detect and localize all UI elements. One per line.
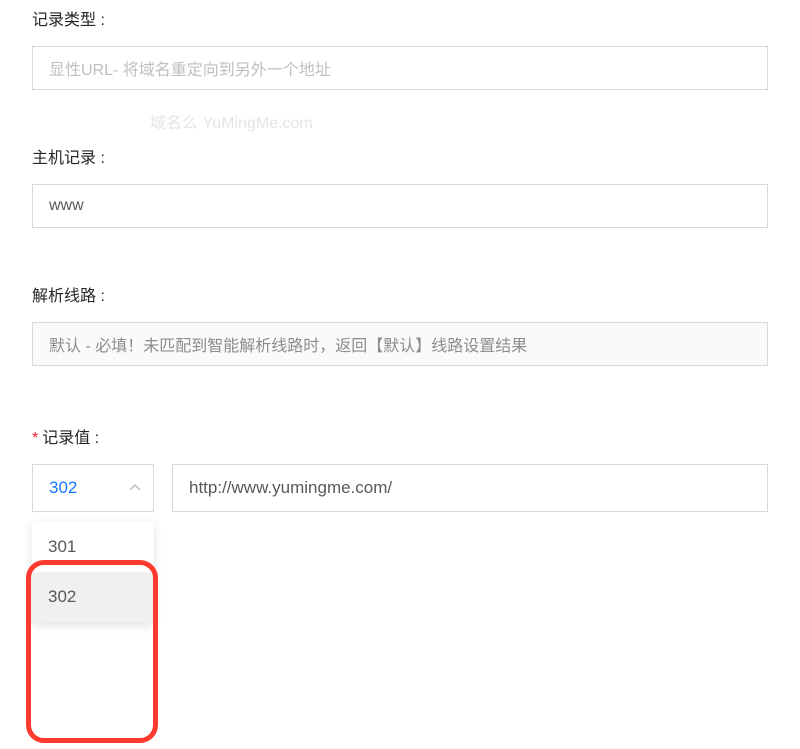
redirect-code-option-302[interactable]: 302 xyxy=(32,572,154,622)
host-record-input[interactable] xyxy=(32,184,768,228)
redirect-url-input[interactable] xyxy=(172,464,768,512)
watermark-cn: 域名么 xyxy=(150,115,198,132)
watermark: 域名么 YuMingMe.com xyxy=(150,109,313,133)
watermark-en: YuMingMe.com xyxy=(202,115,312,132)
record-value-row: 302 301 302 xyxy=(32,464,768,512)
required-star: * xyxy=(32,430,38,447)
option-label: 301 xyxy=(48,537,76,557)
chevron-up-icon xyxy=(129,482,141,494)
redirect-code-select-wrapper: 302 301 302 xyxy=(32,464,154,512)
option-label: 302 xyxy=(48,587,76,607)
resolution-line-label: 解析线路 : xyxy=(32,282,768,306)
resolution-line-select[interactable]: 默认 - 必填！未匹配到智能解析线路时，返回【默认】线路设置结果 xyxy=(32,322,768,366)
record-type-group: 记录类型 : 显性URL- 将域名重定向到另外一个地址 xyxy=(0,6,800,90)
host-record-label: 主机记录 : xyxy=(32,144,768,168)
record-value-label: *记录值 : xyxy=(32,424,768,448)
record-value-label-text: 记录值 : xyxy=(42,430,99,447)
redirect-code-selected: 302 xyxy=(49,478,77,498)
record-type-label: 记录类型 : xyxy=(32,6,768,30)
resolution-line-group: 解析线路 : 默认 - 必填！未匹配到智能解析线路时，返回【默认】线路设置结果 xyxy=(0,282,800,366)
record-type-select[interactable]: 显性URL- 将域名重定向到另外一个地址 xyxy=(32,46,768,90)
host-record-group: 主机记录 : xyxy=(0,144,800,228)
redirect-code-select[interactable]: 302 xyxy=(32,464,154,512)
record-value-group: *记录值 : 302 301 302 xyxy=(0,424,800,512)
redirect-code-dropdown: 301 302 xyxy=(32,522,154,622)
resolution-line-placeholder: 默认 - 必填！未匹配到智能解析线路时，返回【默认】线路设置结果 xyxy=(49,332,527,356)
record-type-value: 显性URL- 将域名重定向到另外一个地址 xyxy=(49,56,331,80)
redirect-code-option-301[interactable]: 301 xyxy=(32,522,154,572)
